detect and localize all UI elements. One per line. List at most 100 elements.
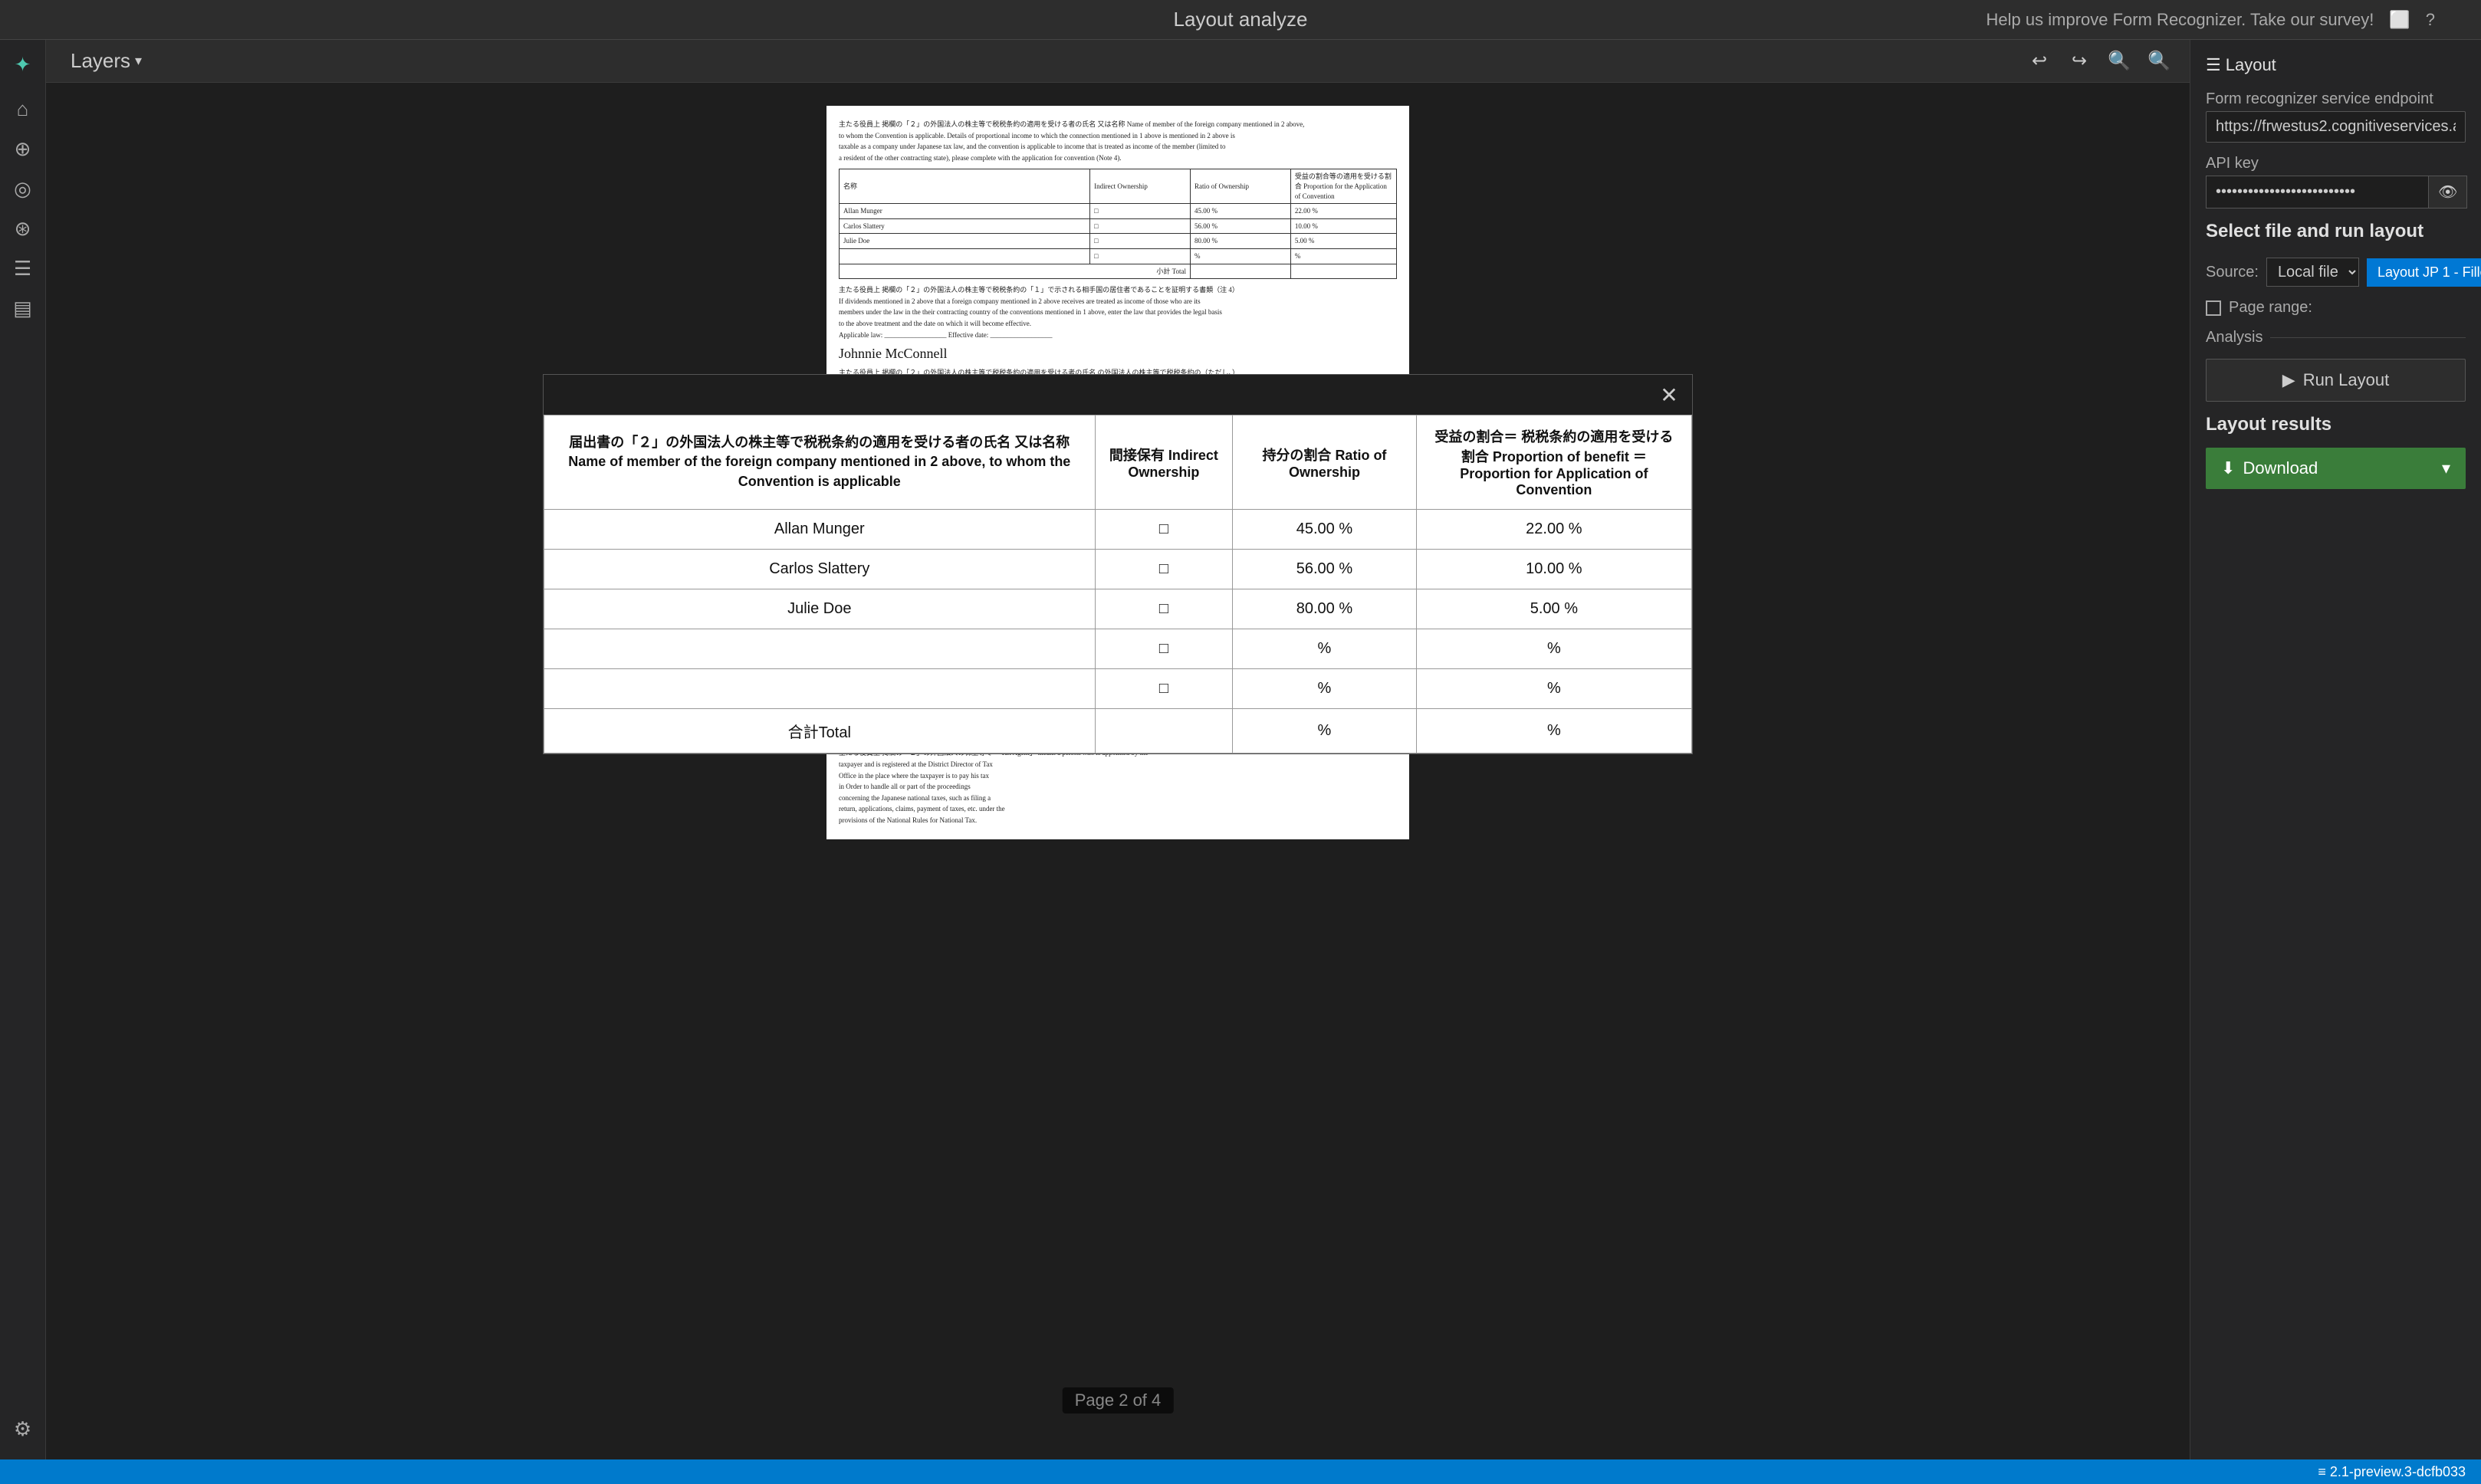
status-bar: ≡ 2.1-preview.3-dcfb033 bbox=[0, 1459, 2481, 1484]
api-key-input[interactable] bbox=[2206, 176, 2428, 208]
center-area: Layers ▾ ↩ ↪ 🔍 🔍 主たる役員上 掲欄の「２」の外国法人の株主等で… bbox=[46, 40, 2190, 1459]
table-row: Allan Munger□45.00 %22.00 % bbox=[544, 510, 1692, 550]
cell-indirect: □ bbox=[1095, 589, 1233, 629]
col-header-2: 持分の割合 Ratio of Ownership bbox=[1233, 415, 1417, 510]
plugin-icon[interactable]: ⊛ bbox=[6, 212, 40, 245]
cell-indirect: □ bbox=[1095, 629, 1233, 669]
monitor-icon[interactable]: ⬜ bbox=[2389, 10, 2410, 30]
download-button[interactable]: ⬇ Download ▾ bbox=[2206, 448, 2466, 489]
page-range-label: Page range: bbox=[2229, 299, 2312, 317]
analysis-divider: Analysis bbox=[2206, 329, 2466, 346]
right-panel: ☰ Layout Form recognizer service endpoin… bbox=[2190, 40, 2481, 1459]
chevron-down-icon: ▾ bbox=[135, 53, 142, 69]
home-icon[interactable]: ⌂ bbox=[6, 92, 40, 126]
doc-viewer[interactable]: 主たる役員上 掲欄の「２」の外国法人の株主等で税税条約の適用を受ける者の氏名 又… bbox=[46, 83, 2190, 1459]
download-label: Download bbox=[2243, 458, 2318, 478]
source-row: Source: Local file Layout JP 1 - Filled … bbox=[2206, 258, 2466, 287]
zoom-in-button[interactable]: 🔍 bbox=[2144, 46, 2174, 77]
help-icon[interactable]: ? bbox=[2426, 10, 2435, 30]
cell-name bbox=[544, 669, 1096, 709]
undo-button[interactable]: ↩ bbox=[2024, 46, 2055, 77]
cell-name bbox=[544, 629, 1096, 669]
left-sidebar: ✦ ⌂ ⊕ ◎ ⊛ ☰ ▤ ⚙ bbox=[0, 40, 46, 1459]
label-icon[interactable]: ⊕ bbox=[6, 132, 40, 166]
toolbar: Layers ▾ ↩ ↪ 🔍 🔍 bbox=[46, 40, 2190, 83]
api-key-label: API key bbox=[2206, 155, 2466, 172]
group-icon[interactable]: ▤ bbox=[6, 291, 40, 325]
doc-embedded-table: 名称 Indirect Ownership Ratio of Ownership… bbox=[839, 169, 1397, 279]
api-key-row: 👁 bbox=[2206, 176, 2466, 208]
layout-icon: ☰ bbox=[2206, 55, 2221, 75]
cell-name: Allan Munger bbox=[544, 510, 1096, 550]
cell-ratio: 80.00 % bbox=[1233, 589, 1417, 629]
cell-name: 合計Total bbox=[544, 709, 1096, 753]
table-row: Julie Doe□80.00 %5.00 % bbox=[544, 589, 1692, 629]
cell-ratio: 56.00 % bbox=[1233, 550, 1417, 589]
settings-icon[interactable]: ⚙ bbox=[6, 1412, 40, 1446]
table-row: Carlos Slattery□56.00 %10.00 % bbox=[544, 550, 1692, 589]
cell-indirect: □ bbox=[1095, 669, 1233, 709]
download-btn-left: ⬇ Download bbox=[2221, 458, 2318, 478]
col-header-1: 間接保有 Indirect Ownership bbox=[1095, 415, 1233, 510]
signature: Johnnie McConnell bbox=[839, 344, 1397, 363]
cell-ratio: % bbox=[1233, 669, 1417, 709]
table-row: □%% bbox=[544, 669, 1692, 709]
cell-proportion: 10.00 % bbox=[1416, 550, 1691, 589]
page-range-row: Page range: bbox=[2206, 299, 2466, 317]
doc-pages: 主たる役員上 掲欄の「２」の外国法人の株主等で税税条約の適用を受ける者の氏名 又… bbox=[826, 106, 1409, 1436]
col-header-3: 受益の割合＝ 税税条約の適用を受ける割合 Proportion of benef… bbox=[1416, 415, 1691, 510]
close-button[interactable]: ✕ bbox=[1655, 381, 1683, 409]
cell-proportion: % bbox=[1416, 629, 1691, 669]
analysis-label: Analysis bbox=[2206, 329, 2262, 346]
api-key-toggle-button[interactable]: 👁 bbox=[2428, 176, 2467, 208]
zoom-out-button[interactable]: 🔍 bbox=[2104, 46, 2134, 77]
table-modal: ✕ 届出書の「２」の外国法人の株主等で税税条約の適用を受ける者の氏名 又は名称 … bbox=[543, 374, 1693, 754]
cell-indirect bbox=[1095, 709, 1233, 753]
layers-label: Layers bbox=[71, 49, 130, 73]
cell-proportion: 5.00 % bbox=[1416, 589, 1691, 629]
layers-button[interactable]: Layers ▾ bbox=[61, 44, 151, 77]
cell-name: Carlos Slattery bbox=[544, 550, 1096, 589]
cell-indirect: □ bbox=[1095, 510, 1233, 550]
source-select[interactable]: Local file bbox=[2266, 258, 2359, 287]
cell-ratio: 45.00 % bbox=[1233, 510, 1417, 550]
page-range-checkbox[interactable] bbox=[2206, 300, 2221, 316]
cell-ratio: % bbox=[1233, 629, 1417, 669]
app-title: Layout analyze bbox=[1174, 8, 1308, 31]
modal-header: ✕ bbox=[544, 375, 1692, 415]
redo-button[interactable]: ↪ bbox=[2064, 46, 2095, 77]
source-label: Source: bbox=[2206, 264, 2259, 281]
cell-proportion: % bbox=[1416, 669, 1691, 709]
run-layout-label: Run Layout bbox=[2303, 370, 2390, 390]
run-icon: ▶ bbox=[2282, 370, 2295, 390]
file-name-text: Layout JP 1 - Filled In.pdf bbox=[2377, 264, 2481, 281]
table-row: □%% bbox=[544, 629, 1692, 669]
main-layout: ✦ ⌂ ⊕ ◎ ⊛ ☰ ▤ ⚙ Layers ▾ ↩ ↪ 🔍 🔍 bbox=[0, 40, 2481, 1459]
cell-ratio: % bbox=[1233, 709, 1417, 753]
layout-label: Layout bbox=[2226, 55, 2276, 75]
endpoint-label: Form recognizer service endpoint bbox=[2206, 90, 2466, 108]
run-layout-button[interactable]: ▶ Run Layout bbox=[2206, 359, 2466, 402]
download-icon: ⬇ bbox=[2221, 458, 2235, 478]
top-bar: Layout analyze Help us improve Form Reco… bbox=[0, 0, 2481, 40]
version-info: ≡ 2.1-preview.3-dcfb033 bbox=[2318, 1464, 2466, 1480]
extracted-table: 届出書の「２」の外国法人の株主等で税税条約の適用を受ける者の氏名 又は名称 Na… bbox=[544, 415, 1692, 753]
file-name-box[interactable]: Layout JP 1 - Filled In.pdf bbox=[2367, 258, 2481, 287]
train-icon[interactable]: ◎ bbox=[6, 172, 40, 205]
endpoint-input[interactable] bbox=[2206, 111, 2466, 143]
cell-proportion: 22.00 % bbox=[1416, 510, 1691, 550]
select-file-section: Select file and run layout bbox=[2206, 221, 2466, 245]
endpoint-section: Form recognizer service endpoint bbox=[2206, 90, 2466, 143]
layout-results-title: Layout results bbox=[2206, 414, 2466, 435]
help-text: Help us improve Form Recognizer. Take ou… bbox=[1986, 10, 2374, 30]
col-header-0: 届出書の「２」の外国法人の株主等で税税条約の適用を受ける者の氏名 又は名称 Na… bbox=[544, 415, 1096, 510]
cell-proportion: % bbox=[1416, 709, 1691, 753]
api-key-section: API key 👁 bbox=[2206, 155, 2466, 208]
table-row: 合計Total%% bbox=[544, 709, 1692, 753]
cell-name: Julie Doe bbox=[544, 589, 1096, 629]
model-icon[interactable]: ☰ bbox=[6, 251, 40, 285]
select-file-title: Select file and run layout bbox=[2206, 221, 2466, 242]
top-bar-right: Help us improve Form Recognizer. Take ou… bbox=[1986, 10, 2435, 30]
cell-indirect: □ bbox=[1095, 550, 1233, 589]
page-indicator: Page 2 of 4 bbox=[1063, 1387, 1174, 1413]
